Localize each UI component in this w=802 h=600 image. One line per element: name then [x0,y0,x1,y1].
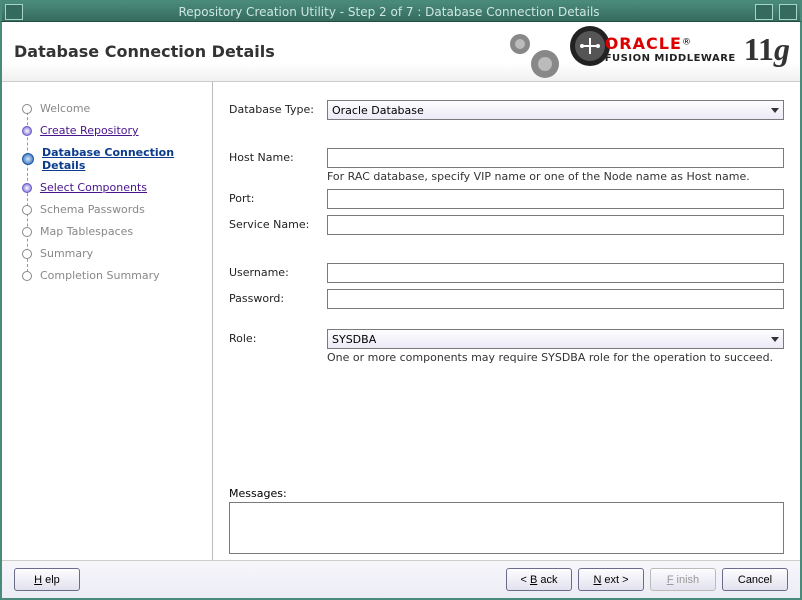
step-label: Welcome [40,102,90,115]
step-label[interactable]: Create Repository [40,124,139,137]
row-messages: Messages: [229,487,784,554]
step-welcome: Welcome [22,102,206,115]
input-port[interactable] [327,189,784,209]
combo-role[interactable]: SYSDBA [327,329,784,349]
step-bullet-icon [22,271,32,281]
back-button[interactable]: < Back [506,568,572,591]
window-maximize-icon[interactable] [779,4,797,20]
step-label: Summary [40,247,93,260]
page-title: Database Connection Details [14,42,275,61]
brand-logo: ORACLE® FUSION MIDDLEWARE 11g [605,32,790,67]
step-schema-passwords: Schema Passwords [22,203,206,216]
combo-database-type[interactable]: Oracle Database [327,100,784,120]
wizard-footer: Help < Back Next > Finish Cancel [2,560,800,598]
form-panel: Database Type: Oracle Database Host Name… [212,82,800,560]
input-username[interactable] [327,263,784,283]
label-host-name: Host Name: [229,148,327,164]
row-username: Username: [229,263,784,283]
step-label: Schema Passwords [40,203,145,216]
help-button[interactable]: Help [14,568,80,591]
row-password: Password: [229,289,784,309]
step-label: Map Tablespaces [40,225,133,238]
row-service-name: Service Name: [229,215,784,235]
window-menu-icon[interactable] [5,4,23,20]
hint-role: One or more components may require SYSDB… [327,351,784,364]
input-service-name[interactable] [327,215,784,235]
step-bullet-icon [22,205,32,215]
step-completion-summary: Completion Summary [22,269,206,282]
window-titlebar: Repository Creation Utility - Step 2 of … [0,0,802,22]
step-label[interactable]: Select Components [40,181,147,194]
step-bullet-current-icon [22,153,34,165]
row-database-type: Database Type: Oracle Database [229,100,784,120]
messages-box[interactable] [229,502,784,554]
label-port: Port: [229,189,327,205]
step-summary: Summary [22,247,206,260]
input-password[interactable] [327,289,784,309]
row-port: Port: [229,189,784,209]
step-label: Completion Summary [40,269,160,282]
label-username: Username: [229,263,327,279]
combo-value: SYSDBA [332,333,376,346]
cancel-button[interactable]: Cancel [722,568,788,591]
step-bullet-icon [22,183,32,193]
window-title: Repository Creation Utility - Step 2 of … [26,5,752,19]
label-role: Role: [229,329,327,345]
chevron-left-icon: < [521,574,527,586]
label-service-name: Service Name: [229,215,327,231]
step-db-connection-details[interactable]: Database Connection Details [22,146,206,172]
next-button[interactable]: Next > [578,568,644,591]
step-map-tablespaces: Map Tablespaces [22,225,206,238]
step-select-components[interactable]: Select Components [22,181,206,194]
header: Database Connection Details ORACLE® FUSI… [2,22,800,82]
step-bullet-icon [22,227,32,237]
row-host-name: Host Name: For RAC database, specify VIP… [229,148,784,183]
row-role: Role: SYSDBA One or more components may … [229,329,784,364]
step-label[interactable]: Database Connection Details [42,146,206,172]
wizard-steps-sidebar: Welcome Create Repository Database Conne… [2,82,212,560]
label-database-type: Database Type: [229,100,327,116]
label-password: Password: [229,289,327,305]
chevron-down-icon [771,337,779,342]
step-bullet-icon [22,104,32,114]
step-bullet-icon [22,126,32,136]
brand-version: 11g [744,32,790,67]
brand-oracle: ORACLE [605,34,682,53]
window-minimize-icon[interactable] [755,4,773,20]
label-messages: Messages: [229,487,784,500]
step-create-repository[interactable]: Create Repository [22,124,206,137]
hint-host-name: For RAC database, specify VIP name or on… [327,170,784,183]
brand-fusion-middleware: FUSION MIDDLEWARE [605,53,736,64]
chevron-right-icon: > [622,574,628,586]
body: Welcome Create Repository Database Conne… [2,82,800,560]
window-content: Database Connection Details ORACLE® FUSI… [0,22,802,600]
combo-value: Oracle Database [332,104,424,117]
finish-button: Finish [650,568,716,591]
chevron-down-icon [771,108,779,113]
input-host-name[interactable] [327,148,784,168]
step-bullet-icon [22,249,32,259]
